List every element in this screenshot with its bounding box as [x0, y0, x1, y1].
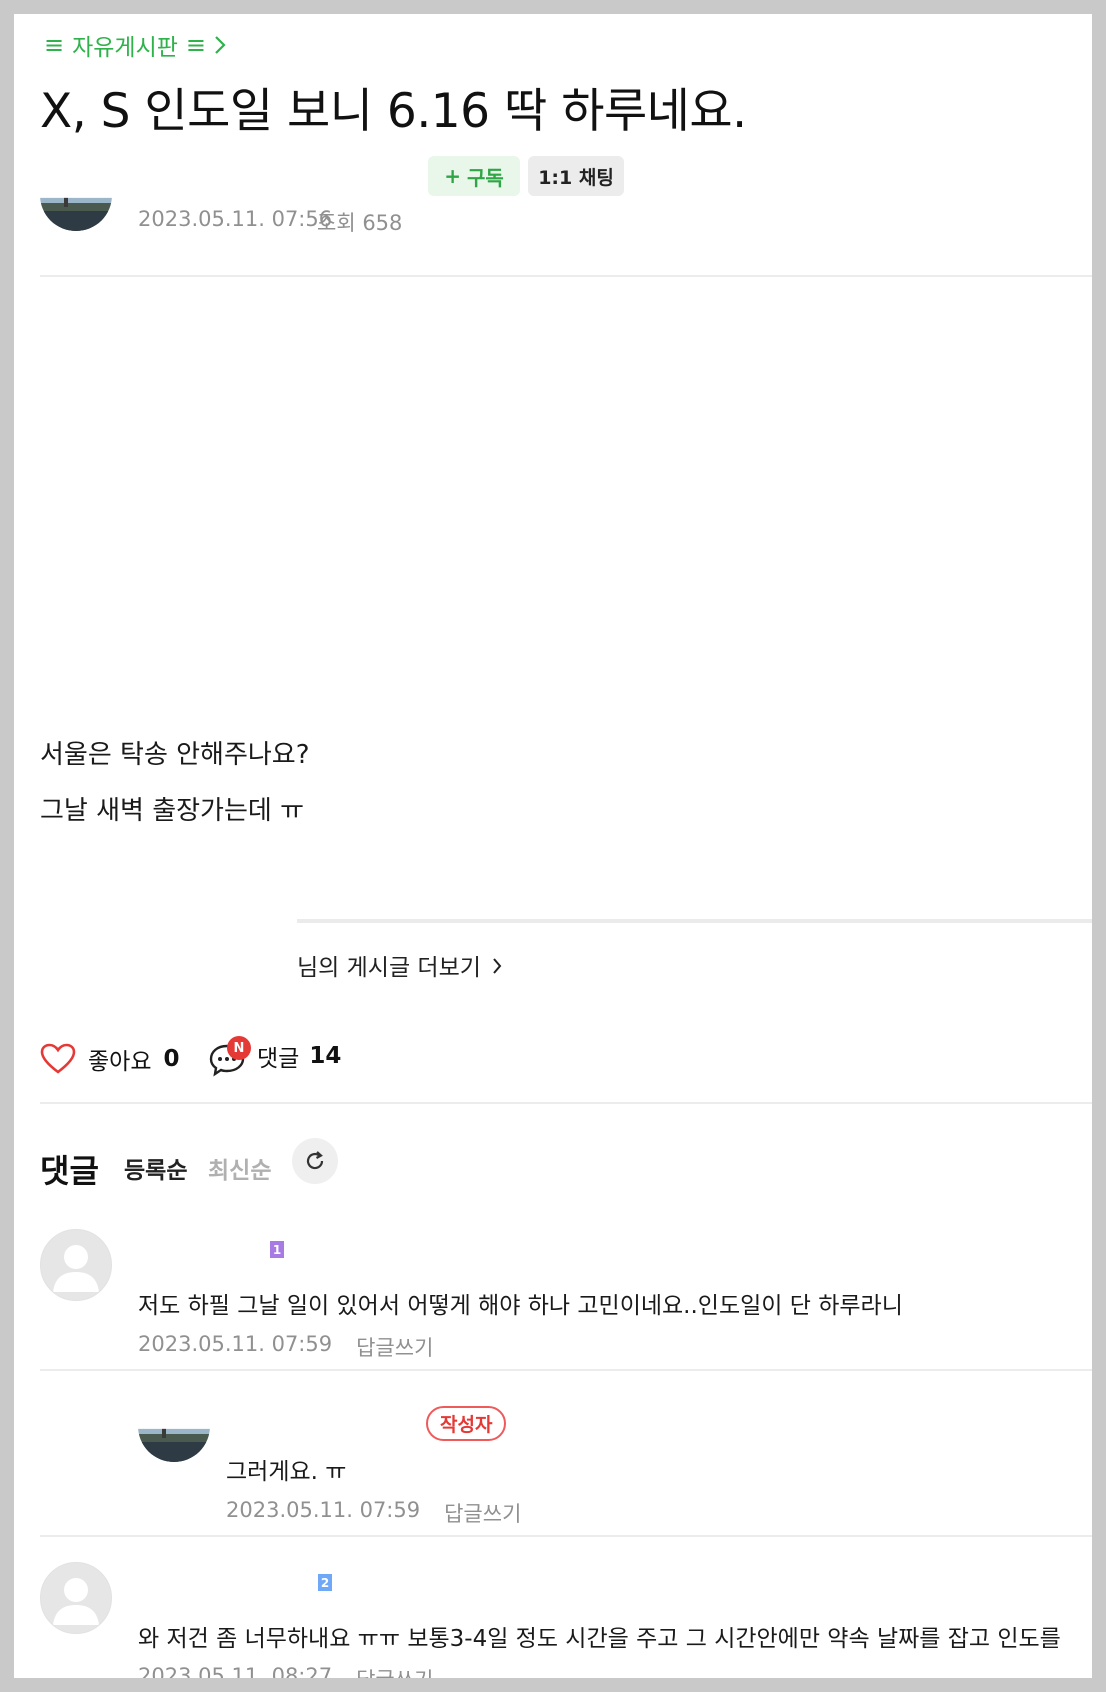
- more-posts-label: 님의 게시글 더보기: [297, 955, 481, 981]
- more-posts-link[interactable]: 님의 게시글 더보기: [297, 948, 502, 982]
- author-avatar[interactable]: [138, 1428, 210, 1462]
- author-badge: 작성자: [426, 1406, 507, 1441]
- comment-text: 와 저건 좀 너무하내요 ㅠㅠ 보통3-4일 정도 시간을 주고 그 시간안에만…: [138, 1626, 1061, 1652]
- divider: [40, 1102, 1092, 1104]
- post-page: ≡ 자유게시판 ≡ X, S 인도일 보니 6.16 딱 하루네요. + 구독 …: [14, 14, 1092, 1678]
- plus-icon: +: [444, 164, 461, 188]
- member-level-badge: 1: [270, 1241, 284, 1258]
- board-link[interactable]: ≡ 자유게시판 ≡: [44, 28, 226, 62]
- comment-icon: N: [207, 1036, 251, 1077]
- reply-button[interactable]: 답글쓰기: [356, 1332, 433, 1362]
- comment-date: 2023.05.11. 07:59: [226, 1498, 421, 1522]
- divider: [40, 1369, 1092, 1371]
- comment-text: 저도 하필 그날 일이 있어서 어떻게 해야 하나 고민이네요..인도일이 단 …: [138, 1293, 903, 1319]
- avatar-image: [40, 197, 112, 231]
- comment-date: 2023.05.11. 08:27: [138, 1664, 333, 1678]
- post-date: 2023.05.11. 07:56: [138, 207, 333, 231]
- comments-heading: 댓글: [40, 1152, 99, 1190]
- post-body-line: 그날 새벽 출장가는데 ㅠ: [40, 796, 304, 826]
- default-user-icon: [53, 1578, 99, 1625]
- reply-button[interactable]: 답글쓰기: [444, 1498, 521, 1528]
- default-user-icon: [53, 1245, 99, 1292]
- heart-icon: [40, 1043, 76, 1074]
- comment-date: 2023.05.11. 07:59: [138, 1332, 333, 1356]
- reply-button[interactable]: 답글쓰기: [356, 1664, 433, 1678]
- new-badge: N: [227, 1036, 251, 1060]
- divider: [40, 1535, 1092, 1537]
- post-title: X, S 인도일 보니 6.16 딱 하루네요.: [40, 84, 747, 139]
- post-views: 조회 658: [317, 211, 403, 235]
- subscribe-label: 구독: [466, 165, 504, 190]
- comment-meta: 2023.05.11. 07:59 답글쓰기: [138, 1332, 433, 1362]
- comment-meta: 2023.05.11. 08:27 답글쓰기: [138, 1664, 433, 1678]
- chevron-right-icon: [215, 36, 226, 54]
- member-level-badge: 2: [318, 1574, 332, 1591]
- menu-icon: ≡: [185, 31, 207, 59]
- avatar-image: [138, 1428, 210, 1462]
- divider: [40, 275, 1092, 277]
- board-name: 자유게시판: [72, 35, 178, 61]
- sort-registered-tab[interactable]: 등록순: [124, 1151, 187, 1185]
- like-label: 좋아요: [88, 1049, 152, 1075]
- chevron-right-icon: [493, 958, 502, 974]
- post-body-line: 서울은 탁송 안해주나요?: [40, 740, 310, 770]
- refresh-icon: [306, 1151, 324, 1170]
- refresh-button[interactable]: [292, 1138, 338, 1184]
- commenter-avatar[interactable]: [40, 1562, 112, 1634]
- comment-count: 14: [309, 1043, 342, 1069]
- comment-meta: 2023.05.11. 07:59 답글쓰기: [226, 1498, 521, 1528]
- comment-text: 그러게요. ㅠ: [226, 1459, 347, 1485]
- menu-icon: ≡: [44, 31, 65, 59]
- like-count: 0: [163, 1046, 180, 1072]
- like-button[interactable]: 좋아요 0: [40, 1042, 180, 1076]
- more-posts-divider: [297, 919, 1092, 923]
- author-avatar[interactable]: [40, 197, 112, 231]
- subscribe-button[interactable]: + 구독: [428, 156, 520, 196]
- comment-label: 댓글: [257, 1046, 300, 1072]
- chat-button[interactable]: 1:1 채팅: [528, 156, 624, 196]
- sort-latest-tab[interactable]: 최신순: [208, 1151, 271, 1185]
- commenter-avatar[interactable]: [40, 1229, 112, 1301]
- comment-count-button[interactable]: N 댓글 14: [207, 1036, 342, 1077]
